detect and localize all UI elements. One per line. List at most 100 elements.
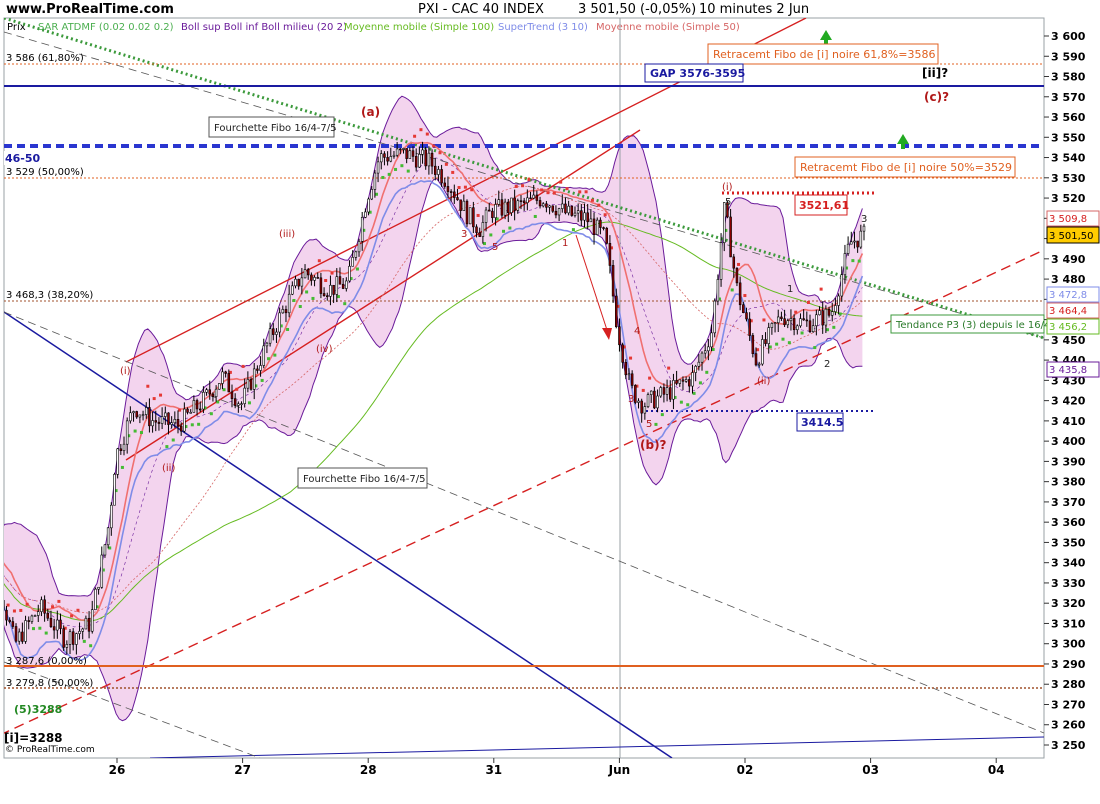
candle-body xyxy=(14,626,18,642)
tag-3472: 3 472,8 xyxy=(1049,290,1087,301)
last-price: 3 501,50 (-0,05%) xyxy=(578,2,696,17)
x-axis: 26 27 28 31 Jun 02 03 04 xyxy=(109,758,1005,777)
candle-body xyxy=(850,241,853,245)
sar-dot xyxy=(324,279,328,283)
candle-body xyxy=(481,222,485,237)
sar-dot xyxy=(679,400,683,404)
sar-dot xyxy=(190,423,194,427)
candle-body xyxy=(399,148,402,151)
sar-dot xyxy=(38,626,42,630)
candle-body xyxy=(24,620,27,642)
candle-body xyxy=(805,319,809,322)
candle-body xyxy=(303,269,307,279)
sar-dot xyxy=(552,191,556,195)
wave-i-left: (i) xyxy=(120,366,131,377)
chart-window: www.ProRealTime.com PXI - CAC 40 INDEX 3… xyxy=(0,0,1100,800)
candle-body xyxy=(313,277,316,281)
candle-body xyxy=(208,389,212,395)
candle-body xyxy=(237,403,240,406)
wave-ii-right: (ii) xyxy=(757,376,770,387)
sar-dot xyxy=(0,582,3,585)
sar-dot xyxy=(438,151,442,155)
y-tick-label: 3 480 xyxy=(1051,273,1086,286)
candle-body xyxy=(21,631,24,642)
candle-body xyxy=(580,210,583,221)
candle-body xyxy=(249,379,253,390)
sar-dot xyxy=(476,213,480,217)
candle-body xyxy=(56,619,59,631)
sar-dot xyxy=(19,608,23,612)
sar-dot xyxy=(31,627,35,631)
candle-body xyxy=(214,388,218,397)
candle-body xyxy=(472,207,475,228)
candle-body xyxy=(745,312,748,320)
candle-body xyxy=(68,631,72,645)
retr-618-text: Retracemt Fibo de [i] noire 61,8%=3586 xyxy=(713,48,935,61)
candle-body xyxy=(611,265,615,297)
y-tick-label: 3 530 xyxy=(1051,172,1086,185)
small-2-a: 2 xyxy=(824,359,830,370)
candle-body xyxy=(843,253,847,276)
wave-c: (c)? xyxy=(924,90,949,104)
site-title[interactable]: www.ProRealTime.com xyxy=(6,2,174,17)
sar-dot xyxy=(6,603,10,607)
sar-dot xyxy=(578,190,582,194)
candle-body xyxy=(376,161,380,174)
candle-body xyxy=(106,527,110,546)
candle-body xyxy=(497,199,501,205)
candle-body xyxy=(103,544,107,556)
candle-body xyxy=(703,350,707,354)
sar-dot xyxy=(419,128,423,132)
candle-body xyxy=(732,256,736,269)
candle-body xyxy=(386,157,389,162)
candle-body xyxy=(456,197,459,201)
sar-dot xyxy=(584,190,588,194)
candle-body xyxy=(491,210,494,218)
candle-body xyxy=(148,407,151,427)
candle-body xyxy=(567,205,570,214)
y-tick-label: 3 490 xyxy=(1051,253,1086,266)
candle-body xyxy=(618,326,621,346)
candle-body xyxy=(653,390,656,409)
candle-body xyxy=(608,243,612,266)
candle-body xyxy=(707,346,710,352)
y-tick-label: 3 250 xyxy=(1051,739,1086,752)
candle-body xyxy=(684,379,688,382)
sar-dot xyxy=(146,384,150,388)
candle-body xyxy=(275,331,278,335)
sar-dot xyxy=(686,403,690,407)
candle-body xyxy=(656,395,659,409)
y-tick-label: 3 590 xyxy=(1051,50,1086,63)
candle-body xyxy=(675,380,678,384)
candle-body xyxy=(167,412,170,425)
sar-dot xyxy=(305,290,309,294)
y-tick-label: 3 270 xyxy=(1051,698,1086,711)
small-5-c: 5 xyxy=(725,197,731,208)
y-tick-label: 3 360 xyxy=(1051,516,1086,529)
sar-dot xyxy=(152,397,156,401)
candle-body xyxy=(589,218,593,223)
candle-body xyxy=(287,293,291,314)
candle-body xyxy=(757,363,761,366)
candle-body xyxy=(306,269,310,276)
candle-body xyxy=(170,422,173,425)
candle-body xyxy=(688,379,691,387)
candle-body xyxy=(294,278,297,287)
sar-dot xyxy=(768,345,772,349)
small-1-a: 1 xyxy=(562,238,568,249)
candle-body xyxy=(595,219,599,236)
x-tick-label: 03 xyxy=(862,763,879,777)
candle-body xyxy=(373,172,377,190)
y-tick-label: 3 340 xyxy=(1051,557,1086,570)
level-3521-text: 3521,61 xyxy=(799,199,849,212)
candle-body xyxy=(11,621,15,627)
sar-dot xyxy=(451,170,455,174)
candle-body xyxy=(221,371,224,384)
candle-body xyxy=(634,385,637,403)
x-tick-label: 27 xyxy=(234,763,251,777)
small-3-a: 3 xyxy=(461,229,467,240)
candle-body xyxy=(389,156,393,162)
candle-body xyxy=(427,152,431,167)
fibo-0-label: 3 287,6 (0,00%) xyxy=(6,656,87,667)
candle-body xyxy=(862,225,866,232)
